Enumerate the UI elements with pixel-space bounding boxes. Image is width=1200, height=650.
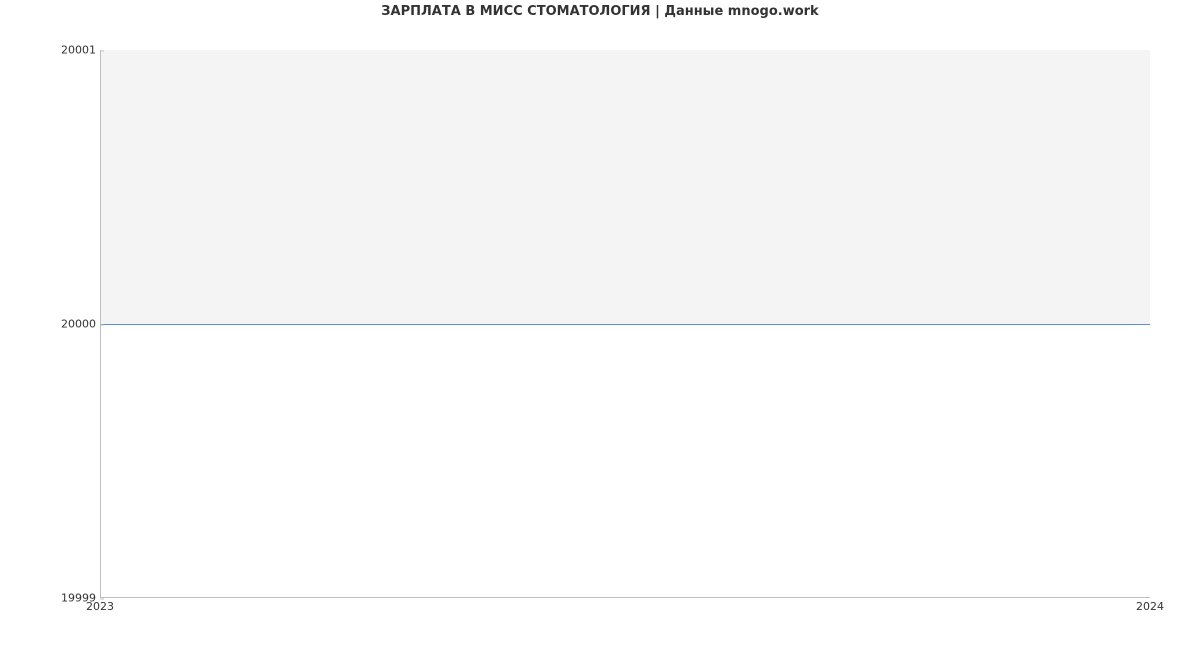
y-tick-mark (100, 50, 104, 51)
plot-area (100, 50, 1150, 598)
chart-container: ЗАРПЛАТА В МИСС СТОМАТОЛОГИЯ | Данные mn… (0, 0, 1200, 650)
series-fill (101, 50, 1150, 324)
y-tick-label: 20001 (6, 44, 96, 57)
y-tick-mark (100, 598, 104, 599)
chart-title: ЗАРПЛАТА В МИСС СТОМАТОЛОГИЯ | Данные mn… (0, 4, 1200, 19)
y-tick-label: 19999 (6, 592, 96, 605)
x-tick-label: 2023 (86, 600, 114, 613)
plot-background-lower (101, 324, 1150, 598)
y-tick-mark (100, 324, 104, 325)
x-tick-label: 2024 (1136, 600, 1164, 613)
y-tick-text: 20000 (61, 318, 96, 331)
y-tick-text: 20001 (61, 44, 96, 57)
series-line (101, 324, 1150, 325)
y-tick-label: 20000 (6, 318, 96, 331)
